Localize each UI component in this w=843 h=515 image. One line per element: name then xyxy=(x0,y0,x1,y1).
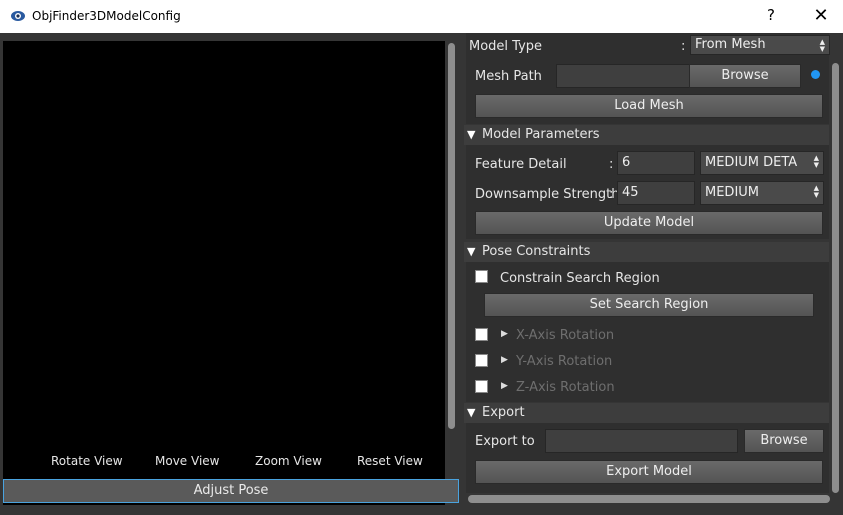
collapse-triangle-icon: ▼ xyxy=(467,128,476,141)
mesh-status-indicator xyxy=(811,70,820,79)
downsample-strength-input[interactable]: 45 xyxy=(617,181,695,205)
model-source-section: Model Type : From Mesh ▲ ▼ Mesh Path Brow… xyxy=(466,33,830,124)
downsample-strength-dropdown[interactable]: MEDIUM ▲ ▼ xyxy=(700,181,824,205)
combo-arrows-icon: ▲ ▼ xyxy=(813,184,819,199)
collapse-triangle-icon: ▼ xyxy=(467,406,476,419)
export-to-label: Export to xyxy=(475,434,535,449)
help-button[interactable]: ? xyxy=(767,6,775,24)
z-axis-checkbox[interactable] xyxy=(475,380,488,393)
z-axis-rotation-label: Z-Axis Rotation xyxy=(516,380,615,395)
pose-constraints-title: Pose Constraints xyxy=(482,244,591,259)
model-type-label: Model Type xyxy=(469,39,543,54)
combo-arrows-icon: ▲ ▼ xyxy=(819,38,825,53)
set-search-region-button[interactable]: Set Search Region xyxy=(484,293,814,317)
constrain-region-checkbox[interactable] xyxy=(475,270,488,283)
adjust-pose-button[interactable]: Adjust Pose xyxy=(3,479,459,503)
constrain-region-label: Constrain Search Region xyxy=(500,271,660,286)
feature-detail-combo-value: MEDIUM DETA xyxy=(705,155,798,170)
collapse-triangle-icon: ▼ xyxy=(467,245,476,258)
main-frame: Rotate View Move View Zoom View Reset Vi… xyxy=(0,33,843,515)
feature-detail-input[interactable]: 6 xyxy=(617,151,695,175)
export-path-input[interactable] xyxy=(545,429,738,453)
load-mesh-button[interactable]: Load Mesh xyxy=(475,94,823,118)
model-type-separator: : xyxy=(681,39,686,54)
zoom-view-button[interactable]: Zoom View xyxy=(255,454,322,468)
export-browse-button[interactable]: Browse xyxy=(744,429,824,453)
export-section: Export to Browse Export Model xyxy=(466,423,829,493)
rotate-view-button[interactable]: Rotate View xyxy=(51,454,123,468)
mesh-browse-button[interactable]: Browse xyxy=(689,64,801,88)
model-parameters-section: Feature Detail : 6 MEDIUM DETA ▲ ▼ Downsa… xyxy=(466,145,829,239)
feature-detail-label: Feature Detail xyxy=(475,157,567,172)
model-parameters-title: Model Parameters xyxy=(482,127,600,142)
x-axis-checkbox[interactable] xyxy=(475,328,488,341)
viewport-scrollbar[interactable] xyxy=(446,43,456,433)
expand-triangle-icon[interactable]: ▶ xyxy=(501,329,508,339)
panel-horizontal-scrollbar[interactable] xyxy=(468,495,830,503)
app-icon xyxy=(11,11,25,21)
close-button[interactable]: ✕ xyxy=(808,2,834,30)
update-model-button[interactable]: Update Model xyxy=(475,211,823,235)
model-parameters-header[interactable]: ▼ Model Parameters xyxy=(464,125,829,145)
reset-view-button[interactable]: Reset View xyxy=(357,454,423,468)
model-type-dropdown[interactable]: From Mesh ▲ ▼ xyxy=(690,35,830,55)
export-model-button[interactable]: Export Model xyxy=(475,460,823,484)
expand-triangle-icon[interactable]: ▶ xyxy=(501,381,508,391)
move-view-button[interactable]: Move View xyxy=(155,454,219,468)
3d-viewport[interactable]: Rotate View Move View Zoom View Reset Vi… xyxy=(3,41,445,505)
downsample-strength-label: Downsample Strength xyxy=(475,187,620,202)
downsample-strength-separator: : xyxy=(609,187,614,202)
model-type-value: From Mesh xyxy=(695,37,766,52)
feature-detail-separator: : xyxy=(609,157,614,172)
export-header[interactable]: ▼ Export xyxy=(464,403,829,423)
mesh-path-label: Mesh Path xyxy=(475,69,542,84)
settings-panel: Model Type : From Mesh ▲ ▼ Mesh Path Brow… xyxy=(464,33,843,515)
pose-constraints-section: Constrain Search Region Set Search Regio… xyxy=(466,262,829,402)
panel-scrollbar-thumb[interactable] xyxy=(832,63,839,493)
y-axis-checkbox[interactable] xyxy=(475,354,488,367)
window-title: ObjFinder3DModelConfig xyxy=(32,9,181,23)
title-bar: ObjFinder3DModelConfig ? ✕ xyxy=(0,0,843,34)
y-axis-rotation-label: Y-Axis Rotation xyxy=(516,354,613,369)
pose-constraints-header[interactable]: ▼ Pose Constraints xyxy=(464,242,829,262)
downsample-combo-value: MEDIUM xyxy=(705,185,760,200)
x-axis-rotation-label: X-Axis Rotation xyxy=(516,328,615,343)
expand-triangle-icon[interactable]: ▶ xyxy=(501,355,508,365)
combo-arrows-icon: ▲ ▼ xyxy=(813,154,819,169)
panel-vertical-scrollbar[interactable] xyxy=(831,63,840,495)
export-title: Export xyxy=(482,405,525,420)
viewport-scrollbar-thumb[interactable] xyxy=(448,43,455,429)
feature-detail-dropdown[interactable]: MEDIUM DETA ▲ ▼ xyxy=(700,151,824,175)
